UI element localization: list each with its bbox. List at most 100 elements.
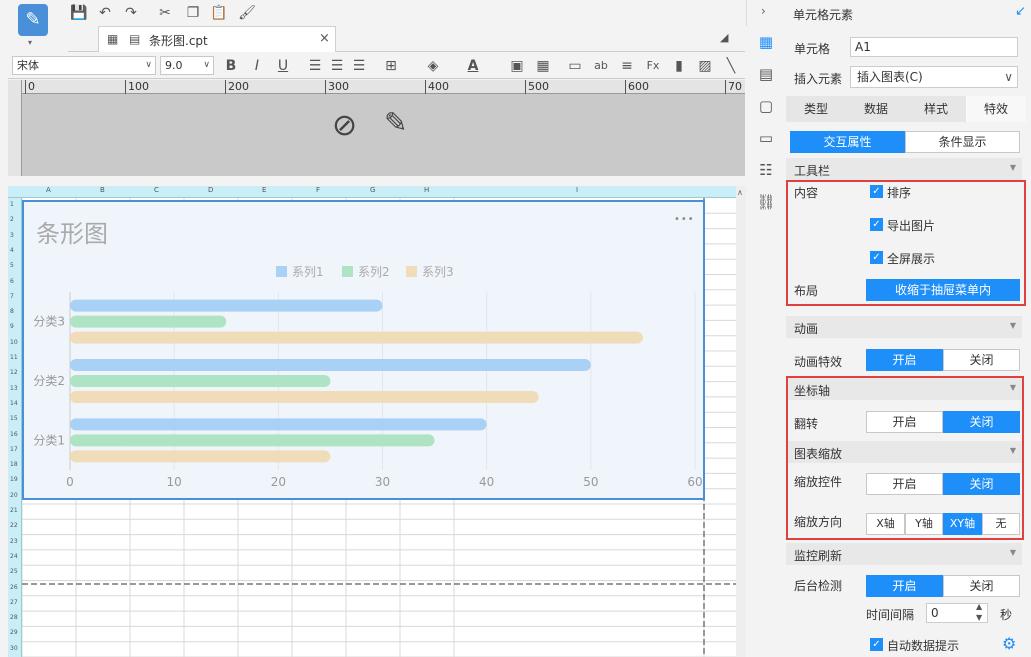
redo-icon[interactable]: ↷ xyxy=(122,4,140,22)
align-center-icon[interactable]: ☰ xyxy=(328,57,346,75)
row-header-label[interactable]: 22 xyxy=(10,522,18,529)
row-header-label[interactable]: 23 xyxy=(10,538,18,545)
row-header-label[interactable]: 29 xyxy=(10,629,18,636)
image-icon[interactable]: ▨ xyxy=(696,57,714,75)
ab-icon[interactable]: ab xyxy=(592,57,610,75)
cell-input[interactable]: A1 xyxy=(850,37,1018,57)
richtext-icon[interactable]: ≡ xyxy=(618,57,636,75)
row-header-label[interactable]: 20 xyxy=(10,492,18,499)
vertical-scrollbar[interactable]: ∧ xyxy=(736,186,746,657)
subtab-interaction[interactable]: 交互属性 xyxy=(790,131,905,153)
column-header-label[interactable]: I xyxy=(576,186,578,194)
row-header-label[interactable]: 15 xyxy=(10,415,18,422)
font-size-select[interactable]: 9.0 ∨ xyxy=(160,56,214,75)
tab-style[interactable]: 样式 xyxy=(906,96,966,122)
insert-select[interactable]: 插入图表(C) ∨ xyxy=(850,66,1018,88)
copy-icon[interactable]: ❐ xyxy=(184,4,202,22)
row-header-label[interactable]: 17 xyxy=(10,446,18,453)
close-tab-icon[interactable]: × xyxy=(319,31,330,46)
form-icon[interactable]: ▭ xyxy=(756,128,776,148)
column-header-label[interactable]: G xyxy=(370,186,375,194)
column-header-label[interactable]: A xyxy=(46,186,51,194)
bold-icon[interactable]: B xyxy=(222,57,240,75)
formula-icon[interactable]: Fx xyxy=(644,57,662,75)
slash-icon[interactable]: ╲ xyxy=(722,57,740,75)
collapse-arrow-icon[interactable]: › xyxy=(761,4,766,18)
monitor-section[interactable]: 监控刷新 ▼ xyxy=(786,543,1022,565)
align-right-icon[interactable]: ☰ xyxy=(350,57,368,75)
subtab-condition[interactable]: 条件显示 xyxy=(905,131,1020,153)
tab-data[interactable]: 数据 xyxy=(846,96,906,122)
stepper-down-icon[interactable]: ▼ xyxy=(976,613,982,622)
font-color-icon[interactable]: A xyxy=(464,57,482,75)
stepper-up-icon[interactable]: ▲ xyxy=(976,602,982,611)
row-header-label[interactable]: 21 xyxy=(10,507,18,514)
row-header-label[interactable]: 27 xyxy=(10,599,18,606)
settings-gear-icon[interactable]: ⚙ xyxy=(1002,634,1016,653)
toolbar-section[interactable]: 工具栏 ▼ xyxy=(786,158,1022,180)
row-header-label[interactable]: 14 xyxy=(10,400,18,407)
bar-chart[interactable]: 条形图 ••• 0 10 20 30 40 50 60 系列1 系列2 系列3 分类1 分类2 分类3 xyxy=(22,200,705,500)
row-header-label[interactable]: 26 xyxy=(10,584,18,591)
insert-text-icon[interactable]: ▭ xyxy=(566,57,584,75)
undo-icon[interactable]: ↶ xyxy=(96,4,114,22)
file-tab[interactable]: ▦ ▤ 条形图.cpt × xyxy=(98,26,336,52)
row-header-label[interactable]: 6 xyxy=(10,278,14,285)
bg-off-button[interactable]: 关闭 xyxy=(943,575,1020,597)
row-header-label[interactable]: 19 xyxy=(10,476,18,483)
tab-effect[interactable]: 特效 xyxy=(966,96,1026,122)
border-icon[interactable]: ⊞ xyxy=(382,57,400,75)
format-painter-icon[interactable]: 🖌 xyxy=(238,4,256,22)
cell-attr-icon[interactable]: ▤ xyxy=(756,64,776,84)
bg-on-button[interactable]: 开启 xyxy=(866,575,943,597)
row-header-label[interactable]: 18 xyxy=(10,461,18,468)
row-header-label[interactable]: 4 xyxy=(10,247,14,254)
column-header-label[interactable]: B xyxy=(100,186,105,194)
condition-icon[interactable]: ☷ xyxy=(756,160,776,180)
fill-color-icon[interactable]: ◈ xyxy=(424,57,442,75)
edit-pencil-icon[interactable]: ✎ xyxy=(384,106,407,139)
column-header-label[interactable]: D xyxy=(208,186,213,194)
row-header-label[interactable]: 25 xyxy=(10,568,18,575)
row-header-label[interactable]: 7 xyxy=(10,293,14,300)
column-header-label[interactable]: F xyxy=(316,186,320,194)
row-header-label[interactable]: 28 xyxy=(10,614,18,621)
paste-icon[interactable]: 📋 xyxy=(210,4,228,22)
column-header-label[interactable]: E xyxy=(262,186,266,194)
save-icon[interactable]: 💾 xyxy=(70,4,88,22)
chart-icon[interactable]: ▮ xyxy=(670,57,688,75)
row-header-label[interactable]: 13 xyxy=(10,385,18,392)
row-header-label[interactable]: 8 xyxy=(10,308,14,315)
row-header-label[interactable]: 10 xyxy=(10,339,18,346)
table-icon[interactable]: ▦ xyxy=(534,57,552,75)
tab-type[interactable]: 类型 xyxy=(786,96,846,122)
underline-icon[interactable]: U xyxy=(274,57,292,75)
row-header-label[interactable]: 1 xyxy=(10,201,14,208)
row-header-label[interactable]: 11 xyxy=(10,354,18,361)
cut-icon[interactable]: ✂ xyxy=(156,4,174,22)
widget-icon[interactable]: ▢ xyxy=(756,96,776,116)
animation-section[interactable]: 动画 ▼ xyxy=(786,316,1022,338)
anim-on-button[interactable]: 开启 xyxy=(866,349,943,371)
link-icon[interactable]: ⛓ xyxy=(756,192,776,212)
italic-icon[interactable]: I xyxy=(248,57,266,75)
tab-menu-icon[interactable]: ◢ xyxy=(720,31,728,44)
row-header-label[interactable]: 24 xyxy=(10,553,18,560)
row-header-label[interactable]: 3 xyxy=(10,232,14,239)
column-header-label[interactable]: H xyxy=(424,186,429,194)
font-family-select[interactable]: 宋体 ∨ xyxy=(12,56,156,75)
app-logo-icon[interactable]: ✎ xyxy=(18,4,48,36)
auto-tip-checkbox[interactable]: ✓ xyxy=(870,638,883,651)
anim-off-button[interactable]: 关闭 xyxy=(943,349,1020,371)
row-header-label[interactable]: 16 xyxy=(10,431,18,438)
align-left-icon[interactable]: ☰ xyxy=(306,57,324,75)
row-header-label[interactable]: 12 xyxy=(10,369,18,376)
row-header-label[interactable]: 9 xyxy=(10,323,14,330)
row-header-label[interactable]: 30 xyxy=(10,645,18,652)
row-header-label[interactable]: 5 xyxy=(10,262,14,269)
hide-eye-icon[interactable]: ⊘ xyxy=(332,108,357,143)
row-header-label[interactable]: 2 xyxy=(10,216,14,223)
cell-element-icon[interactable]: ▦ xyxy=(756,32,776,52)
pin-icon[interactable]: ↙ xyxy=(1015,4,1026,19)
column-header-label[interactable]: C xyxy=(154,186,159,194)
